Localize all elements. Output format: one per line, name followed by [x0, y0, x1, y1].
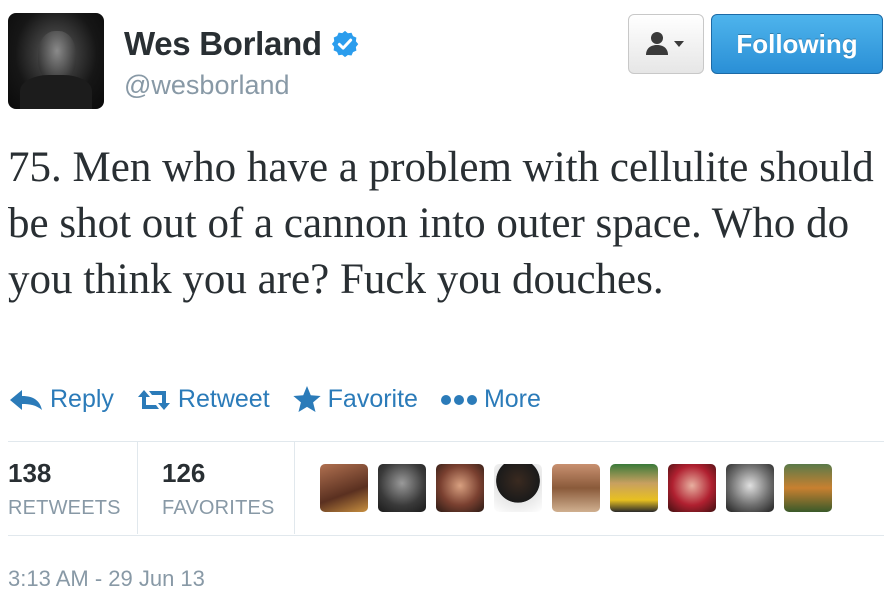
stats-separator: [294, 442, 295, 534]
favoriter-avatar[interactable]: [784, 464, 832, 512]
favorites-count: 126: [162, 458, 206, 488]
favoriter-avatar[interactable]: [320, 464, 368, 512]
tweet-text: 75. Men who have a problem with cellulit…: [8, 144, 874, 303]
star-icon: [293, 385, 321, 412]
stats-top-divider: [8, 441, 884, 442]
more-label: More: [483, 385, 541, 413]
stats-separator: [137, 442, 138, 534]
favoriter-avatar[interactable]: [436, 464, 484, 512]
favorites-stat[interactable]: 126 FAVORITES: [162, 458, 275, 520]
following-button[interactable]: Following: [711, 14, 883, 74]
display-name[interactable]: Wes Borland: [124, 25, 322, 63]
favoriter-avatar[interactable]: [610, 464, 658, 512]
retweet-icon: [137, 389, 170, 410]
tweet-timestamp[interactable]: 3:13 AM - 29 Jun 13: [8, 566, 205, 592]
favorites-label: FAVORITES: [162, 497, 275, 519]
user-handle[interactable]: @wesborland: [124, 70, 290, 101]
favoriter-avatar[interactable]: [494, 464, 542, 512]
favoriter-avatar[interactable]: [668, 464, 716, 512]
retweets-stat[interactable]: 138 RETWEETS: [8, 458, 121, 520]
verified-badge-icon: [331, 30, 359, 58]
more-button[interactable]: More: [440, 385, 541, 414]
more-dots-icon: [440, 394, 477, 405]
name-row: Wes Borland: [124, 25, 360, 63]
favoriter-avatar[interactable]: [552, 464, 600, 512]
reply-button[interactable]: Reply: [8, 385, 114, 414]
reply-label: Reply: [50, 385, 114, 413]
user-avatar[interactable]: [8, 13, 104, 109]
profile-menu-button[interactable]: [628, 14, 704, 74]
retweet-button[interactable]: Retweet: [136, 385, 270, 414]
favoriter-avatar[interactable]: [726, 464, 774, 512]
reply-icon: [10, 389, 42, 410]
avatar-body: [20, 75, 92, 109]
favorite-button[interactable]: Favorite: [292, 385, 418, 414]
favoriter-avatar[interactable]: [378, 464, 426, 512]
retweets-count: 138: [8, 458, 52, 488]
favorite-label: Favorite: [327, 385, 418, 413]
favoriters-avatars: [320, 464, 842, 512]
tweet-actions: Reply Retweet Favorite More: [8, 385, 563, 414]
stats-bottom-divider: [8, 535, 884, 536]
retweet-label: Retweet: [177, 385, 270, 413]
avatar-face: [38, 31, 76, 81]
retweets-label: RETWEETS: [8, 497, 121, 519]
person-dropdown-icon: [646, 32, 684, 55]
